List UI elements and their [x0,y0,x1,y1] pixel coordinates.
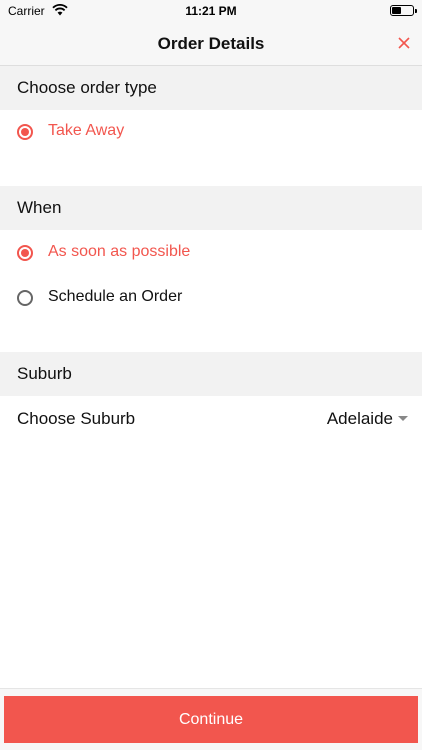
continue-button[interactable]: Continue [4,696,418,743]
radio-option-take-away[interactable]: Take Away [0,110,422,154]
radio-option-asap[interactable]: As soon as possible [0,231,422,275]
section-title: Suburb [17,364,72,383]
battery-icon [390,5,417,16]
radio-selected-icon[interactable] [17,124,33,140]
radio-label: As soon as possible [48,243,191,260]
section-header-suburb: Suburb [0,352,422,396]
section-title: When [17,198,62,217]
clock-time: 11:21 PM [185,4,237,18]
radio-label: Schedule an Order [48,288,183,305]
radio-option-schedule[interactable]: Schedule an Order [0,276,422,320]
section-header-order-type: Choose order type [0,66,422,110]
suburb-value[interactable]: Adelaide [327,409,393,429]
suburb-select[interactable]: Choose Suburb Adelaide [0,397,422,441]
close-icon[interactable] [396,35,412,51]
radio-label: Take Away [48,122,125,139]
radio-unselected-icon[interactable] [17,290,33,306]
caret-down-icon[interactable] [398,416,408,421]
radio-selected-icon[interactable] [17,245,33,261]
page-title: Order Details [157,34,265,53]
section-header-when: When [0,186,422,230]
suburb-label: Choose Suburb [17,409,136,428]
status-bar: Carrier 11:21 PM [0,0,422,22]
section-title: Choose order type [17,78,157,97]
nav-bar: Order Details [0,22,422,66]
